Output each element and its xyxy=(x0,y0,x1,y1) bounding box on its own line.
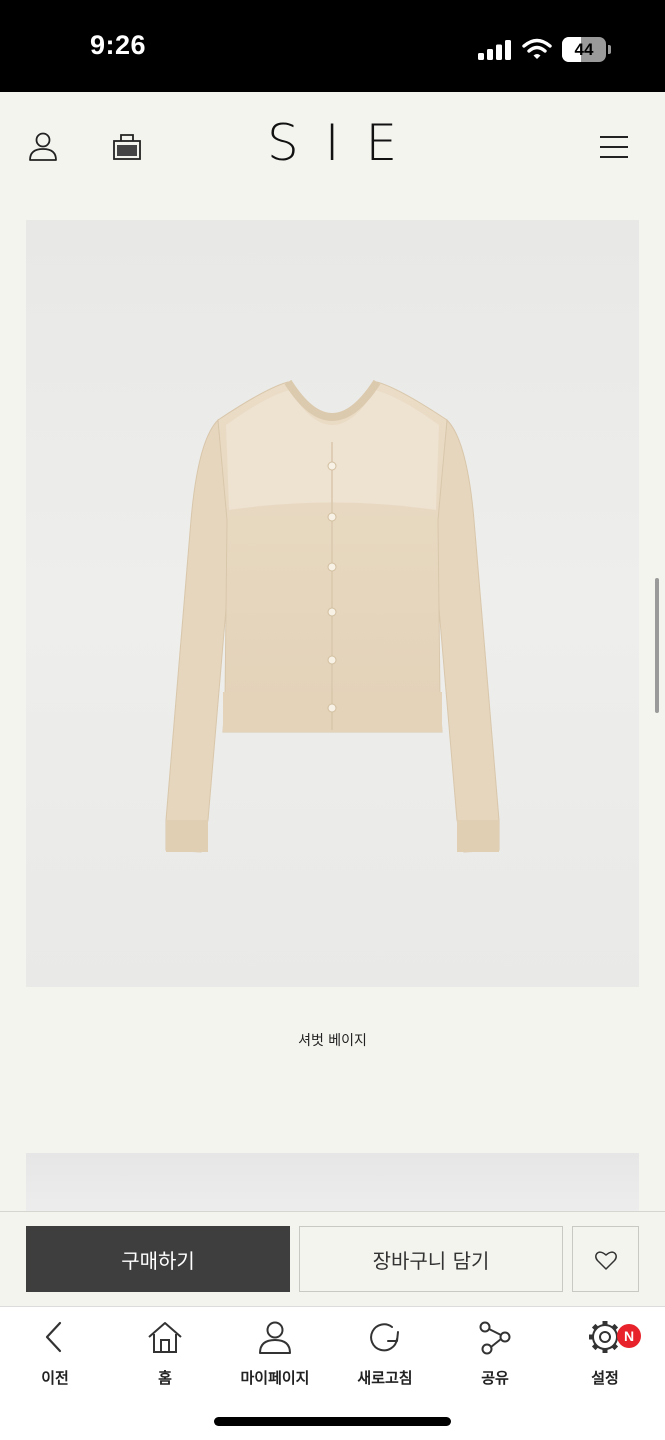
nav-mypage[interactable]: 마이페이지 xyxy=(220,1307,330,1407)
buy-button[interactable]: 구매하기 xyxy=(26,1226,290,1292)
settings-notification-badge: N xyxy=(617,1324,641,1348)
nav-back-label: 이전 xyxy=(41,1369,69,1387)
battery-icon: 44 xyxy=(562,37,612,62)
user-icon[interactable] xyxy=(27,130,59,162)
add-to-cart-button[interactable]: 장바구니 담기 xyxy=(299,1226,563,1292)
wifi-icon xyxy=(522,38,552,59)
status-bar: 9:26 44 xyxy=(0,0,665,92)
home-indicator[interactable] xyxy=(214,1417,451,1426)
brand-logo[interactable]: SIE xyxy=(232,114,432,172)
nav-settings[interactable]: N 설정 xyxy=(550,1307,660,1407)
scrollbar[interactable] xyxy=(655,578,659,713)
wishlist-button[interactable] xyxy=(572,1226,639,1292)
refresh-icon xyxy=(370,1323,399,1352)
signal-icon xyxy=(478,40,511,60)
nav-share-label: 공유 xyxy=(481,1369,509,1387)
user-icon xyxy=(259,1321,291,1354)
chevron-left-icon xyxy=(45,1321,62,1353)
nav-share[interactable]: 공유 xyxy=(440,1307,550,1407)
home-icon xyxy=(148,1322,182,1353)
nav-mypage-label: 마이페이지 xyxy=(240,1369,310,1387)
purchase-action-bar: 구매하기 장바구니 담기 xyxy=(0,1211,665,1306)
next-product-image[interactable] xyxy=(26,1153,639,1213)
nav-back[interactable]: 이전 xyxy=(0,1307,110,1407)
status-time: 9:26 xyxy=(90,30,147,60)
shopping-bag-icon[interactable] xyxy=(111,130,143,162)
battery-level-text: 44 xyxy=(574,40,594,59)
heart-icon xyxy=(595,1251,617,1270)
product-color-name: 셔벗 베이지 xyxy=(298,1033,367,1049)
cardigan-illustration xyxy=(165,379,500,853)
site-header: SIE xyxy=(0,92,665,202)
nav-home[interactable]: 홈 xyxy=(110,1307,220,1407)
nav-home-label: 홈 xyxy=(158,1369,172,1387)
nav-settings-label: 설정 xyxy=(591,1369,619,1387)
product-image[interactable] xyxy=(26,220,639,987)
nav-refresh[interactable]: 새로고침 xyxy=(330,1307,440,1407)
share-icon xyxy=(479,1321,511,1355)
hamburger-menu-icon[interactable] xyxy=(598,134,630,160)
nav-refresh-label: 새로고침 xyxy=(357,1369,413,1387)
